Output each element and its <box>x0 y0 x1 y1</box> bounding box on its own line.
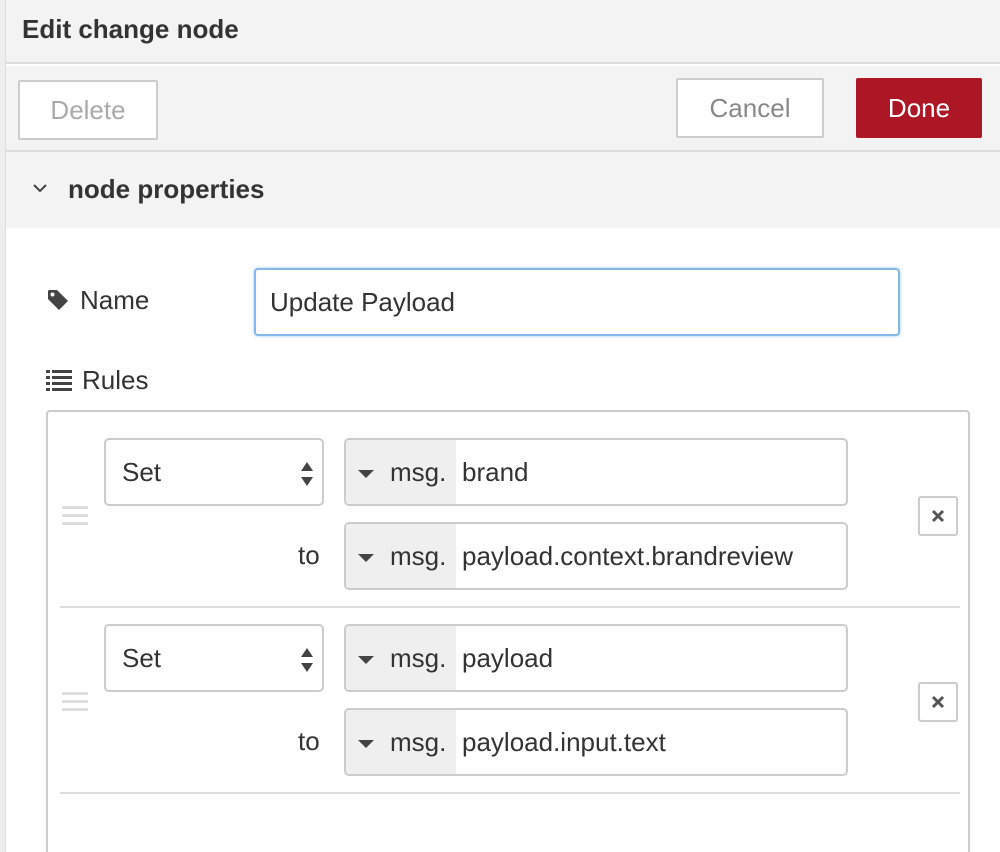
type-selector[interactable]: msg. <box>346 710 456 774</box>
rules-label: Rules <box>82 364 149 395</box>
dialog-toolbar: Delete Cancel Done <box>6 66 1000 152</box>
done-button[interactable]: Done <box>856 78 982 138</box>
rule-divider <box>60 792 960 794</box>
source-value[interactable]: payload.input.text <box>456 727 846 758</box>
close-icon <box>931 695 945 709</box>
close-icon <box>931 509 945 523</box>
type-selector[interactable]: msg. <box>346 440 456 504</box>
rule-row: Set msg. payload to msg. payload.input.t… <box>48 608 968 794</box>
delete-button[interactable]: Delete <box>18 80 158 140</box>
caret-down-icon <box>358 554 374 562</box>
rules-label-row: Rules <box>46 362 148 398</box>
type-label: msg. <box>390 540 447 571</box>
type-label: msg. <box>390 642 447 673</box>
select-arrows-icon <box>301 648 313 672</box>
drag-handle-icon[interactable] <box>62 506 88 526</box>
remove-rule-button[interactable] <box>918 496 958 536</box>
remove-rule-button[interactable] <box>918 682 958 722</box>
dialog-title-bar: Edit change node <box>6 0 1000 64</box>
select-arrows-icon <box>301 462 313 486</box>
node-properties-header[interactable]: node properties <box>6 152 1000 228</box>
type-selector[interactable]: msg. <box>346 524 456 588</box>
rule-action-value: Set <box>122 456 162 487</box>
to-label: to <box>298 726 320 756</box>
rules-list: Set msg. brand to msg. payload.context.b… <box>46 410 970 852</box>
tag-icon <box>48 290 68 310</box>
caret-down-icon <box>358 470 374 478</box>
rule-target-input[interactable]: msg. brand <box>344 438 848 506</box>
to-label: to <box>298 540 320 570</box>
chevron-down-icon <box>33 184 47 193</box>
type-selector[interactable]: msg. <box>346 626 456 690</box>
rule-action-select[interactable]: Set <box>104 624 324 692</box>
cancel-button[interactable]: Cancel <box>676 78 824 138</box>
dialog-title: Edit change node <box>22 14 239 44</box>
source-value[interactable]: payload.context.brandreview <box>456 541 846 572</box>
rule-action-select[interactable]: Set <box>104 438 324 506</box>
rule-source-input[interactable]: msg. payload.context.brandreview <box>344 522 848 590</box>
caret-down-icon <box>358 740 374 748</box>
type-label: msg. <box>390 726 447 757</box>
target-value[interactable]: brand <box>456 457 846 488</box>
name-input[interactable] <box>254 268 900 336</box>
list-icon <box>46 370 72 391</box>
drag-handle-icon[interactable] <box>62 692 88 712</box>
rule-action-value: Set <box>122 642 162 673</box>
rule-target-input[interactable]: msg. payload <box>344 624 848 692</box>
name-label-row: Name <box>46 282 149 318</box>
rule-source-input[interactable]: msg. payload.input.text <box>344 708 848 776</box>
caret-down-icon <box>358 656 374 664</box>
rule-row: Set msg. brand to msg. payload.context.b… <box>48 422 968 608</box>
section-label: node properties <box>68 174 265 204</box>
target-value[interactable]: payload <box>456 643 846 674</box>
name-label: Name <box>80 284 150 315</box>
type-label: msg. <box>390 456 447 487</box>
